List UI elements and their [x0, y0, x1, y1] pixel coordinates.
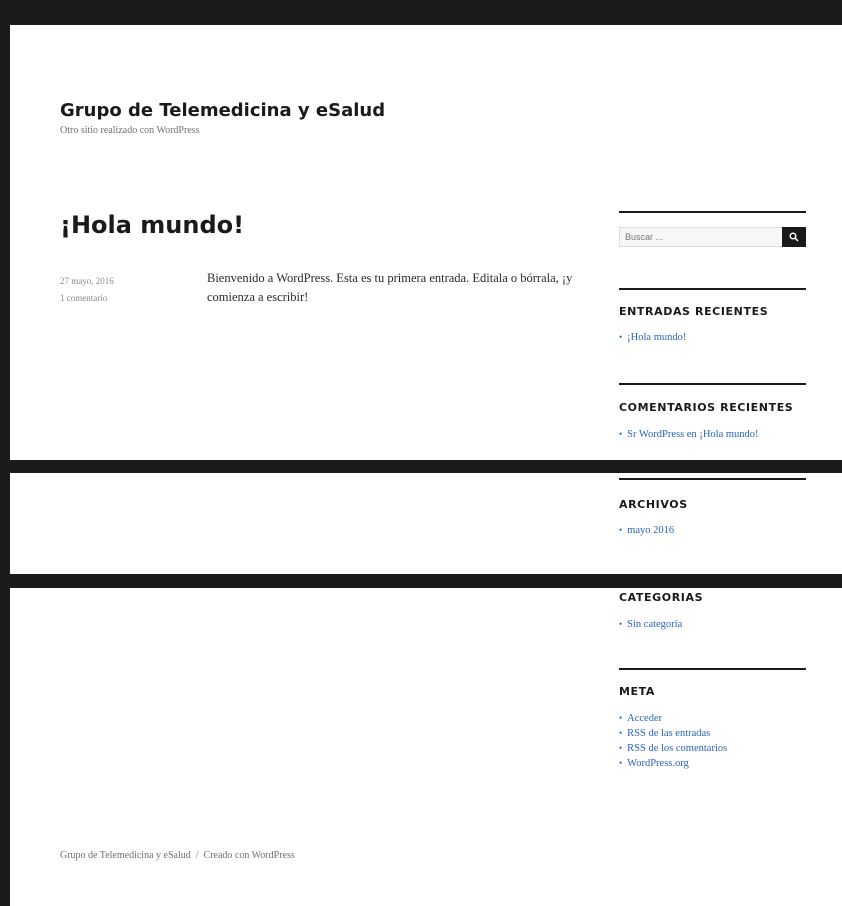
- meta-link-entries-rss[interactable]: RSS de las entradas: [627, 728, 710, 739]
- widget-divider: [619, 383, 806, 385]
- list-item[interactable]: RSS de los comentarios: [619, 741, 727, 756]
- widget-title-recent-comments: COMENTARIOS RECIENTES: [619, 401, 794, 414]
- meta-link-comments-rss[interactable]: RSS de los comentarios: [627, 743, 727, 754]
- list-item[interactable]: mayo 2016: [619, 523, 674, 538]
- post-content: Bienvenido a WordPress. Esta es tu prime…: [207, 271, 573, 304]
- list-item[interactable]: Sin categoría: [619, 617, 682, 632]
- archives-list: mayo 2016: [619, 523, 674, 538]
- site-footer: Grupo de Telemedicina y eSalud / Creado co…: [60, 850, 295, 861]
- meta-link-wordpress-org[interactable]: WordPress.org: [627, 758, 689, 769]
- widget-divider: [619, 211, 806, 213]
- widget-divider: [619, 668, 806, 670]
- list-item[interactable]: WordPress.org: [619, 756, 727, 771]
- site-description: Otro sitio realizado con WordPress: [60, 125, 200, 136]
- list-item[interactable]: ¡Hola mundo!: [619, 330, 686, 345]
- list-item[interactable]: RSS de las entradas: [619, 726, 727, 741]
- page-section-middle: ARCHIVOS mayo 2016: [10, 473, 842, 574]
- search-button[interactable]: [782, 227, 806, 247]
- footer-credit-link[interactable]: Creado con WordPress: [204, 850, 295, 861]
- recent-post-link[interactable]: ¡Hola mundo!: [627, 332, 686, 343]
- category-link[interactable]: Sin categoría: [627, 619, 682, 630]
- widget-divider: [619, 288, 806, 290]
- page-section-top: Grupo de Telemedicina y eSalud Otro siti…: [10, 25, 842, 460]
- widget-title-categories: CATEGORIAS: [619, 591, 704, 604]
- post-date[interactable]: 27 mayo, 2016: [60, 273, 114, 290]
- footer-separator: /: [195, 850, 199, 861]
- meta-list: Acceder RSS de las entradas RSS de los c…: [619, 711, 727, 771]
- list-item[interactable]: Sr WordPress en ¡Hola mundo!: [619, 427, 758, 442]
- widget-divider: [619, 478, 806, 480]
- site-title[interactable]: Grupo de Telemedicina y eSalud: [60, 100, 385, 121]
- search-input[interactable]: [619, 227, 785, 247]
- recent-posts-list: ¡Hola mundo!: [619, 330, 686, 345]
- archive-link[interactable]: mayo 2016: [627, 525, 674, 536]
- meta-link-login[interactable]: Acceder: [627, 713, 662, 724]
- search-icon: [789, 232, 799, 242]
- widget-title-archives: ARCHIVOS: [619, 498, 688, 511]
- post-meta: 27 mayo, 2016 1 comentario: [60, 273, 114, 307]
- list-item[interactable]: Acceder: [619, 711, 727, 726]
- widget-title-recent-posts: ENTRADAS RECIENTES: [619, 305, 769, 318]
- recent-comment-link[interactable]: Sr WordPress en ¡Hola mundo!: [627, 429, 758, 440]
- post-title[interactable]: ¡Hola mundo!: [60, 211, 244, 239]
- page-section-bottom: CATEGORIAS Sin categoría META Acceder RS…: [10, 588, 842, 906]
- categories-list: Sin categoría: [619, 617, 682, 632]
- post-comments-link[interactable]: 1 comentario: [60, 290, 114, 307]
- recent-comments-list: Sr WordPress en ¡Hola mundo!: [619, 427, 758, 442]
- footer-site-link[interactable]: Grupo de Telemedicina y eSalud: [60, 850, 191, 861]
- widget-title-meta: META: [619, 685, 656, 698]
